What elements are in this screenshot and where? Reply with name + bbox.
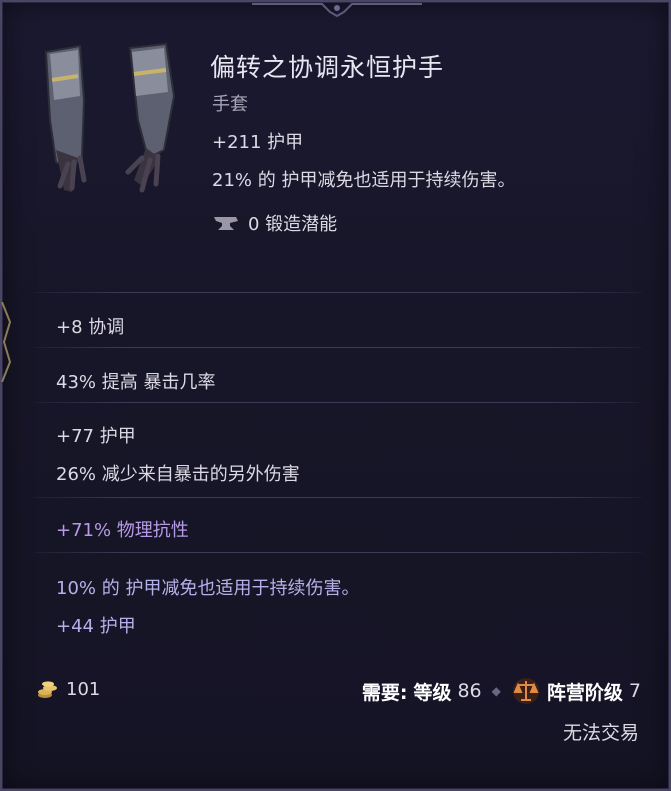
level-value: 86 bbox=[457, 680, 482, 702]
affix-line: 43% 提高 暴击几率 bbox=[56, 372, 216, 393]
gold-amount: 101 bbox=[66, 678, 101, 700]
affix-line: 26% 减少来自暴击的另外伤害 bbox=[56, 464, 300, 485]
divider bbox=[34, 552, 642, 553]
base-stat-dot-armor: 21% 的 护甲减免也适用于持续伤害。 bbox=[212, 170, 516, 191]
frame-side-ornament bbox=[1, 302, 12, 382]
untradeable-label: 无法交易 bbox=[562, 722, 639, 744]
affix-line: +71% 物理抗性 bbox=[56, 520, 189, 541]
faction-rank-value: 7 bbox=[628, 680, 641, 702]
gold-coins-icon bbox=[38, 681, 57, 698]
divider bbox=[34, 402, 642, 403]
divider bbox=[34, 347, 642, 348]
item-name: 偏转之协调永恒护手 bbox=[210, 53, 445, 82]
affix-line: 10% 的 护甲减免也适用于持续伤害。 bbox=[56, 578, 360, 599]
gold-value: 101 bbox=[36, 674, 100, 704]
divider bbox=[34, 497, 642, 498]
requires-label: 需要: bbox=[361, 681, 408, 704]
faction-rank-label: 阵营阶级 bbox=[546, 681, 623, 704]
item-type: 手套 bbox=[212, 94, 248, 115]
faction-scales-icon bbox=[512, 678, 539, 704]
affix-line: +8 协调 bbox=[56, 317, 125, 338]
affix-line: +44 护甲 bbox=[56, 616, 136, 637]
anvil-icon bbox=[214, 217, 238, 230]
frame-top-ornament bbox=[252, 3, 422, 18]
base-stat-armor: +211 护甲 bbox=[212, 132, 304, 153]
affix-line: +77 护甲 bbox=[56, 426, 136, 447]
separator-dot-icon: ◆ bbox=[491, 684, 501, 698]
divider bbox=[34, 292, 642, 293]
item-tooltip: 偏转之协调永恒护手 手套 +211 护甲 21% 的 护甲减免也适用于持续伤害。… bbox=[0, 0, 671, 791]
forge-potential-text: 0 锻造潜能 bbox=[248, 214, 338, 235]
requirements: 需要: 等级 86 ◆ 阵营阶级 7 bbox=[362, 674, 641, 708]
gauntlets-icon bbox=[44, 42, 176, 193]
forge-potential: 0 锻造潜能 bbox=[212, 209, 337, 237]
level-label: 等级 bbox=[413, 681, 452, 704]
